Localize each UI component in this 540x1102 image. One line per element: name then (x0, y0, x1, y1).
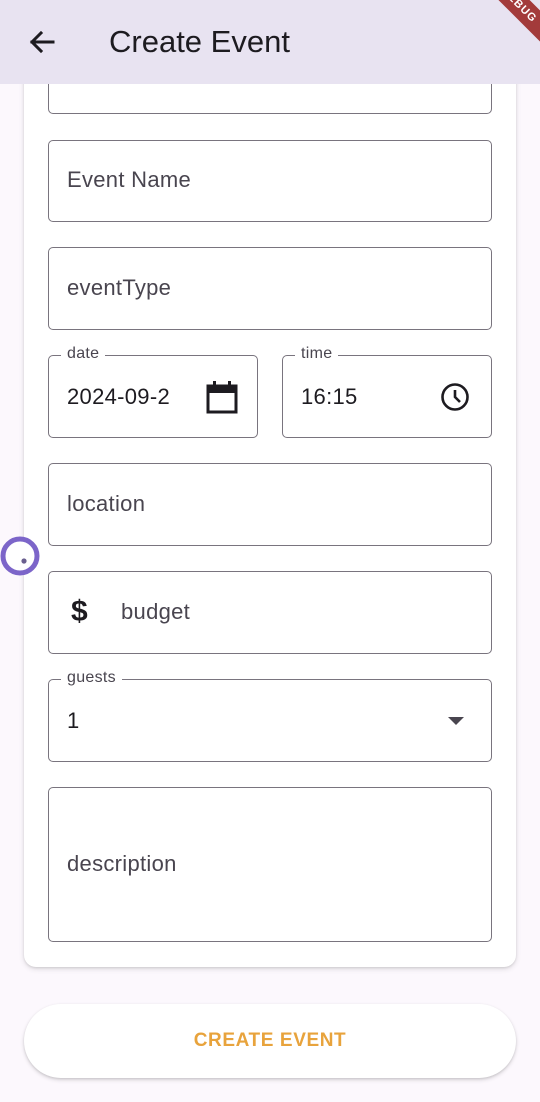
form-card: Event Name eventType date 2024-09-28 tim… (24, 20, 516, 967)
description-field[interactable]: description (48, 787, 492, 942)
location-placeholder: location (67, 491, 146, 516)
event-type-placeholder: eventType (67, 275, 172, 300)
debug-banner: DEBUG (465, 0, 540, 59)
page-title: Create Event (109, 24, 290, 59)
date-label: date (61, 344, 106, 364)
clock-icon[interactable] (439, 381, 471, 413)
budget-placeholder: budget (121, 599, 191, 624)
time-label: time (295, 344, 339, 364)
arrow-left-icon (29, 30, 55, 54)
guests-label: guests (61, 668, 122, 688)
calendar-icon[interactable] (205, 379, 239, 415)
location-field[interactable]: location (48, 463, 492, 546)
budget-field[interactable]: $ budget (48, 571, 492, 654)
dropdown-arrow-icon (447, 716, 465, 726)
event-type-field[interactable]: eventType (48, 247, 492, 330)
date-field[interactable]: date 2024-09-28 (48, 344, 258, 438)
floating-loader-icon[interactable] (0, 536, 40, 576)
time-field[interactable]: time 16:15 (282, 344, 492, 438)
back-button[interactable] (22, 22, 62, 62)
time-value: 16:15 (301, 384, 358, 409)
event-name-field[interactable]: Event Name (48, 140, 492, 222)
description-placeholder: description (67, 851, 177, 876)
guests-value: 1 (67, 708, 80, 733)
dollar-icon: $ (71, 595, 88, 628)
create-event-button[interactable]: CREATE EVENT (24, 1004, 516, 1078)
event-name-placeholder: Event Name (67, 167, 192, 192)
date-value: 2024-09-28 (67, 384, 169, 409)
guests-dropdown[interactable]: guests 1 (48, 668, 492, 762)
app-bar: Create Event DEBUG (0, 0, 540, 84)
create-event-label: CREATE EVENT (193, 1030, 347, 1051)
